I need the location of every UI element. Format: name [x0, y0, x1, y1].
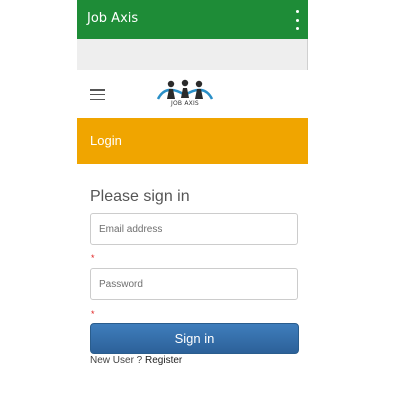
register-prompt: New User ?	[90, 355, 146, 366]
nav-header: JOB AXIS	[77, 70, 308, 118]
more-vert-icon[interactable]	[292, 10, 302, 30]
required-marker: *	[91, 253, 95, 263]
register-link[interactable]: Register	[145, 355, 182, 366]
banner-title: Login	[90, 133, 122, 148]
action-bar: Job Axis	[77, 0, 308, 39]
email-field[interactable]	[90, 213, 298, 245]
logo-text: JOB AXIS	[171, 100, 199, 107]
register-row: New User ? Register	[90, 355, 182, 366]
form-heading: Please sign in	[90, 188, 190, 205]
login-banner: Login	[77, 118, 308, 164]
logo-people-icon	[156, 79, 214, 100]
menu-dot	[295, 10, 299, 13]
password-field[interactable]	[90, 268, 298, 300]
menu-dot	[295, 18, 299, 22]
job-axis-logo: JOB AXIS	[156, 79, 214, 109]
hamburger-icon[interactable]	[90, 89, 105, 100]
strip-edge	[307, 39, 308, 70]
app-screen: Job Axis JOB AXIS Login Please sign in E…	[77, 0, 308, 400]
menu-dot	[295, 27, 299, 30]
app-title: Job Axis	[87, 11, 139, 26]
sign-in-button[interactable]: Sign in	[90, 323, 299, 354]
required-marker: *	[91, 309, 95, 319]
status-strip	[77, 39, 308, 70]
